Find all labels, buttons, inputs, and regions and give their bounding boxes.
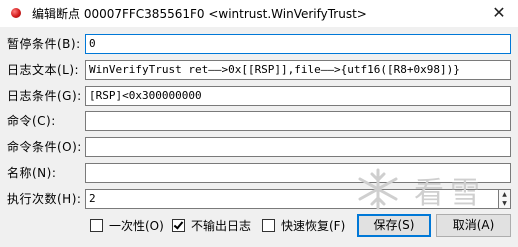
window-title: 编辑断点 00007FFC385561F0 <wintrust.WinVerif… [32,7,367,21]
log-text-label: 日志文本(L): [7,63,80,77]
watermark-text: 看雪 [414,176,486,211]
hit-count-label: 执行次数(H): [7,192,82,206]
fast-resume-checkbox-box[interactable] [262,219,275,232]
silent-checkbox[interactable]: 不输出日志 [172,218,251,234]
log-condition-label: 日志条件(G): [7,89,82,103]
once-checkbox-label: 一次性(O) [109,219,164,233]
log-text-input[interactable]: WinVerifyTrust ret——>0x[[RSP]],file——>{u… [85,60,511,80]
fast-resume-checkbox-label: 快速恢复(F) [281,219,346,233]
name-label: 名称(N): [7,166,57,180]
close-button[interactable]: ✕ [484,1,514,25]
break-condition-label: 暂停条件(B): [7,37,81,51]
save-button[interactable]: 保存(S) [357,214,431,237]
command-condition-input[interactable] [85,137,511,157]
command-condition-label: 命令条件(O): [7,140,82,154]
cancel-button[interactable]: 取消(A) [436,214,511,237]
log-condition-input[interactable]: [RSP]<0x300000000 [85,86,511,106]
command-label: 命令(C): [7,114,56,128]
once-checkbox[interactable]: 一次性(O) [90,218,164,234]
fast-resume-checkbox[interactable]: 快速恢复(F) [262,218,345,234]
silent-checkbox-label: 不输出日志 [191,219,252,233]
spin-up-icon[interactable]: ▲ [499,190,510,199]
spin-down-icon[interactable]: ▼ [499,199,510,208]
break-condition-input[interactable]: 0 [85,34,511,54]
app-icon [11,8,21,18]
silent-checkbox-box[interactable] [172,219,185,232]
snowflake-logo-icon [358,168,398,210]
once-checkbox-box[interactable] [90,219,103,232]
hit-count-spinner[interactable]: ▲ ▼ [499,189,511,209]
title-bar: 编辑断点 00007FFC385561F0 <wintrust.WinVerif… [0,0,518,27]
command-input[interactable] [85,111,511,131]
